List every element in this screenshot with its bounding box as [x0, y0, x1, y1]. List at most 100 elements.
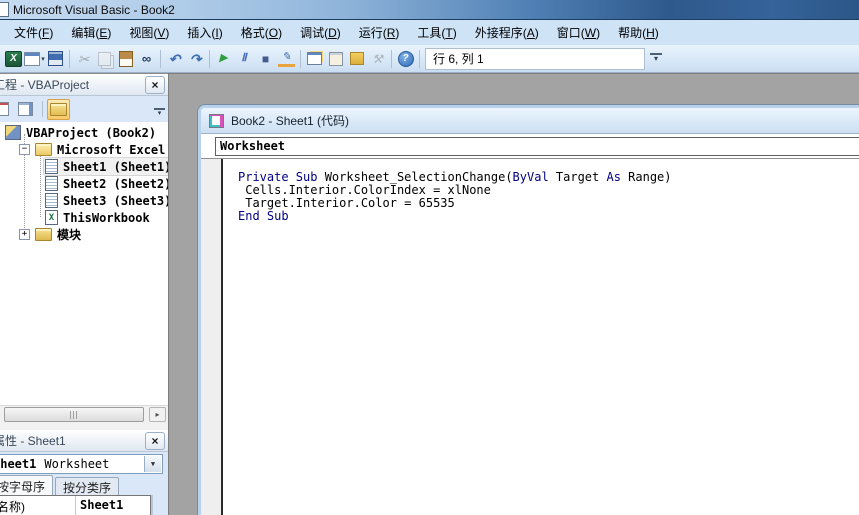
- left-dock: 工程 - VBAProject × ▾ VBAProject (Book2)−M…: [0, 73, 168, 515]
- toolbar-separator: [42, 101, 43, 117]
- copy-button[interactable]: [94, 48, 115, 70]
- properties-grid: (名称)Sheet1: [0, 495, 151, 515]
- scrollbar-grip: [70, 411, 79, 419]
- collapse-minus-box[interactable]: −: [19, 144, 30, 155]
- code-text[interactable]: Private Sub Worksheet_SelectionChange(By…: [223, 159, 859, 515]
- sheet-icon: [45, 193, 58, 208]
- help-button[interactable]: ?: [395, 48, 416, 70]
- project-explorer-header[interactable]: 工程 - VBAProject ×: [0, 74, 168, 96]
- scroll-right-button[interactable]: ▸: [149, 407, 166, 422]
- code-line: Target.Interior.Color = 65535: [238, 197, 859, 210]
- menu-item-i[interactable]: 插入(I): [178, 20, 231, 45]
- project-icon: [5, 125, 21, 140]
- menu-item-a[interactable]: 外接程序(A): [466, 20, 548, 45]
- menu-item-v[interactable]: 视图(V): [120, 20, 178, 45]
- tree-item-label: 模块: [57, 226, 81, 243]
- code-line: End Sub: [238, 210, 859, 223]
- code-editor[interactable]: Private Sub Worksheet_SelectionChange(By…: [201, 159, 859, 515]
- project-explorer-close-button[interactable]: ×: [145, 76, 165, 94]
- properties-close-button[interactable]: ×: [145, 432, 165, 450]
- copy-icon: [98, 52, 111, 66]
- tree-item-content: 模块: [34, 225, 84, 244]
- code-window-titlebar[interactable]: Book2 - Sheet1 (代码): [201, 108, 859, 134]
- menu-item-h[interactable]: 帮助(H): [609, 20, 668, 45]
- project-toolbar-overflow-button[interactable]: ▾: [154, 108, 165, 119]
- toolbar-separator: [209, 50, 210, 68]
- toolbar-separator: [391, 50, 392, 68]
- menu-bar: 文件(F)编辑(E)视图(V)插入(I)格式(O)调试(D)运行(R)工具(T)…: [0, 20, 859, 46]
- tree-item-content: Sheet1 (Sheet1): [44, 158, 168, 175]
- menu-item-d[interactable]: 调试(D): [291, 20, 350, 45]
- toolbox-button[interactable]: ⚒: [367, 48, 388, 70]
- insert-userform-button[interactable]: ▾: [24, 48, 45, 70]
- reset-button[interactable]: ■: [255, 48, 276, 70]
- selected-object-name: Sheet1: [0, 457, 36, 471]
- run-button[interactable]: ▶: [213, 48, 234, 70]
- menu-item-o[interactable]: 格式(O): [232, 20, 291, 45]
- project-tree: VBAProject (Book2)−Microsoft Excel 对象 She…: [0, 122, 168, 405]
- tree-item-sheet1[interactable]: Sheet1 (Sheet1): [0, 158, 168, 175]
- toolbar-separator: [69, 50, 70, 68]
- undo-button[interactable]: ↶: [164, 48, 185, 70]
- window-titlebar: Microsoft Visual Basic - Book2: [0, 0, 859, 20]
- break-icon: Ⅱ: [236, 51, 253, 67]
- break-button[interactable]: Ⅱ: [234, 48, 255, 70]
- toolbar-separator: [160, 50, 161, 68]
- selector-dropdown-button[interactable]: ▼: [144, 456, 161, 472]
- view-microsoft-excel-button[interactable]: X: [3, 48, 24, 70]
- run-icon: ▶: [215, 51, 232, 67]
- objbrowser-icon: [350, 52, 364, 65]
- tree-item-label: Sheet3 (Sheet3): [63, 194, 168, 208]
- find-icon: ∞: [138, 51, 155, 67]
- view-code-button[interactable]: [0, 99, 13, 120]
- design-mode-button[interactable]: ✎: [276, 48, 297, 70]
- stop-icon: ■: [257, 51, 274, 67]
- toggle-folders-button[interactable]: [47, 99, 70, 120]
- redo-button[interactable]: ↷: [185, 48, 206, 70]
- viewcode-icon: [0, 102, 9, 116]
- cursor-position-indicator: 行 6, 列 1: [425, 48, 645, 70]
- scrollbar-thumb[interactable]: [4, 407, 144, 422]
- tree-item-label: Sheet1 (Sheet1): [63, 160, 168, 174]
- save-icon: [48, 51, 63, 66]
- tree-item-excel-objects[interactable]: −Microsoft Excel 对象: [0, 141, 168, 158]
- app-icon: [0, 2, 9, 17]
- expand-plus-box[interactable]: +: [19, 229, 30, 240]
- menu-item-w[interactable]: 窗口(W): [548, 20, 609, 45]
- view-object-button[interactable]: [14, 99, 37, 120]
- properties-window-header[interactable]: 属性 - Sheet1 ×: [0, 430, 168, 452]
- tab-alphabetic[interactable]: 按字母序: [0, 475, 53, 495]
- save-button[interactable]: [45, 48, 66, 70]
- paste-icon: [119, 51, 133, 67]
- project-tree-hscrollbar[interactable]: ◂ ▸: [0, 405, 168, 422]
- object-browser-button[interactable]: [346, 48, 367, 70]
- tree-item-content: Sheet2 (Sheet2): [44, 175, 168, 192]
- tree-item-modules[interactable]: + 模块: [0, 226, 168, 243]
- tab-categorized[interactable]: 按分类序: [55, 477, 119, 495]
- menu-item-r[interactable]: 运行(R): [350, 20, 409, 45]
- toolbox-icon: ⚒: [369, 51, 386, 67]
- menu-item-f[interactable]: 文件(F): [5, 20, 62, 45]
- properties-window-button[interactable]: [325, 48, 346, 70]
- find-button[interactable]: ∞: [136, 48, 157, 70]
- tree-item-sheet3[interactable]: Sheet3 (Sheet3): [0, 192, 168, 209]
- viewobj-icon: [18, 102, 33, 116]
- userform-icon: [24, 52, 40, 66]
- toolbar-overflow-button[interactable]: ▾: [650, 53, 662, 65]
- paste-button[interactable]: [115, 48, 136, 70]
- cut-button[interactable]: ✂: [73, 48, 94, 70]
- properties-object-selector[interactable]: Sheet1 Worksheet ▼: [0, 454, 163, 474]
- menu-item-t[interactable]: 工具(T): [408, 20, 465, 45]
- tree-item-sheet2[interactable]: Sheet2 (Sheet2): [0, 175, 168, 192]
- object-dropdown[interactable]: Worksheet: [215, 137, 859, 156]
- tree-item-content: Sheet3 (Sheet3): [44, 192, 168, 209]
- properties-window-title: 属性 - Sheet1: [0, 432, 66, 449]
- property-name: (名称): [0, 496, 76, 515]
- tree-item-vbaproject[interactable]: VBAProject (Book2): [0, 124, 168, 141]
- project-explorer-button[interactable]: [304, 48, 325, 70]
- property-value[interactable]: Sheet1: [76, 496, 150, 515]
- code-window[interactable]: Book2 - Sheet1 (代码) Worksheet Private Su…: [198, 105, 859, 515]
- menu-item-e[interactable]: 编辑(E): [62, 20, 120, 45]
- tree-item-thisworkbook[interactable]: XThisWorkbook: [0, 209, 168, 226]
- folder-icon: [35, 228, 52, 241]
